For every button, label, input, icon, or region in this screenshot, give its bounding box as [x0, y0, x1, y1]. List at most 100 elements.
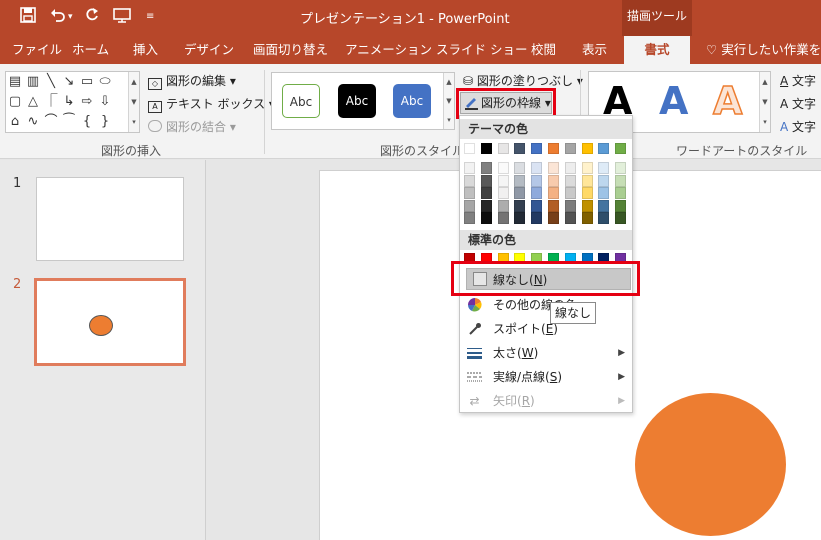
- shape-gallery-scroll[interactable]: ▲ ▼ ▾: [128, 72, 139, 132]
- scroll-down-icon[interactable]: ▼: [760, 92, 770, 112]
- theme-color-shade-swatch[interactable]: [598, 212, 609, 224]
- theme-color-shade-swatch[interactable]: [514, 199, 525, 212]
- theme-color-shade-swatch[interactable]: [481, 212, 492, 224]
- standard-color-swatch[interactable]: [565, 253, 576, 264]
- gallery-more-icon[interactable]: ▾: [129, 112, 139, 132]
- theme-color-shade-swatch[interactable]: [582, 199, 593, 212]
- right-brace-shape-icon[interactable]: }: [97, 114, 113, 130]
- shape-style-gallery[interactable]: Abc Abc Abc ▲ ▼ ▾: [271, 72, 455, 130]
- shape-gallery[interactable]: ▤ ▥ ╲ ↘ ▭ ⬭ ▢ △ ⎾ ↳ ⇨ ⇩ ⌂ ∿ ⌒ ⁀ { } ▲ ▼ …: [5, 71, 140, 133]
- theme-color-shade-swatch[interactable]: [565, 187, 576, 199]
- theme-color-shade-swatch[interactable]: [464, 212, 475, 224]
- tab-transitions[interactable]: 画面切り替え: [253, 36, 328, 64]
- gallery-more-icon[interactable]: ▾: [760, 112, 770, 132]
- tab-format[interactable]: 書式: [624, 36, 690, 64]
- theme-color-shade-swatch[interactable]: [498, 187, 509, 199]
- merge-shapes-button[interactable]: 図形の結合 ▾: [148, 118, 236, 135]
- theme-color-shade-swatch[interactable]: [531, 212, 542, 224]
- theme-color-shade-swatch[interactable]: [498, 162, 509, 174]
- theme-color-swatch[interactable]: [464, 143, 475, 154]
- theme-color-shade-swatch[interactable]: [514, 162, 525, 174]
- tab-home[interactable]: ホーム: [72, 36, 109, 64]
- tab-file[interactable]: ファイル: [12, 36, 62, 64]
- theme-color-swatch[interactable]: [565, 143, 576, 154]
- standard-color-swatch[interactable]: [582, 253, 593, 264]
- tab-slideshow[interactable]: スライド ショー: [436, 36, 527, 64]
- theme-color-shade-swatch[interactable]: [582, 174, 593, 187]
- theme-color-swatch[interactable]: [548, 143, 559, 154]
- scribble-shape-icon[interactable]: ∿: [25, 114, 41, 130]
- theme-color-swatch[interactable]: [498, 143, 509, 154]
- scroll-down-icon[interactable]: ▼: [444, 92, 454, 111]
- scroll-up-icon[interactable]: ▲: [444, 73, 454, 92]
- theme-color-shade-swatch[interactable]: [582, 162, 593, 174]
- theme-color-shade-swatch[interactable]: [514, 212, 525, 224]
- arrow-line-shape-icon[interactable]: ↘: [61, 74, 77, 90]
- theme-color-shade-swatch[interactable]: [531, 174, 542, 187]
- undo-icon[interactable]: [50, 7, 66, 28]
- scroll-up-icon[interactable]: ▲: [129, 72, 139, 92]
- vertical-text-shape-icon[interactable]: ▥: [25, 74, 41, 90]
- theme-color-shade-swatch[interactable]: [548, 174, 559, 187]
- theme-color-shade-swatch[interactable]: [481, 187, 492, 199]
- theme-color-shade-swatch[interactable]: [565, 174, 576, 187]
- theme-color-shade-swatch[interactable]: [598, 174, 609, 187]
- elbow-arrow-shape-icon[interactable]: ↳: [61, 94, 77, 110]
- gallery-more-icon[interactable]: ▾: [444, 111, 454, 129]
- scroll-up-icon[interactable]: ▲: [760, 72, 770, 92]
- wordart-gallery-scroll[interactable]: ▲ ▼ ▾: [759, 72, 770, 132]
- theme-color-shade-swatch[interactable]: [531, 162, 542, 174]
- theme-color-swatch[interactable]: [582, 143, 593, 154]
- theme-color-shade-swatch[interactable]: [548, 212, 559, 224]
- theme-color-shade-swatch[interactable]: [464, 199, 475, 212]
- theme-color-shade-swatch[interactable]: [498, 199, 509, 212]
- theme-color-shade-swatch[interactable]: [598, 199, 609, 212]
- tab-insert[interactable]: 挿入: [133, 36, 158, 64]
- theme-color-shade-swatch[interactable]: [481, 174, 492, 187]
- redo-icon[interactable]: [84, 7, 100, 28]
- theme-color-shade-swatch[interactable]: [498, 174, 509, 187]
- theme-color-shade-swatch[interactable]: [565, 199, 576, 212]
- present-icon[interactable]: [113, 7, 131, 28]
- arrows-item[interactable]: ⇄ 矢印(R) ▶: [461, 389, 633, 413]
- oval-shape-icon[interactable]: ⬭: [97, 74, 113, 90]
- standard-color-swatch[interactable]: [498, 253, 509, 264]
- arc-shape-icon[interactable]: ⌒: [43, 114, 59, 130]
- style-gallery-scroll[interactable]: ▲ ▼ ▾: [443, 73, 454, 129]
- standard-color-swatch[interactable]: [598, 253, 609, 264]
- theme-color-shade-swatch[interactable]: [548, 187, 559, 199]
- theme-color-shade-swatch[interactable]: [548, 199, 559, 212]
- theme-color-shade-swatch[interactable]: [531, 199, 542, 212]
- rectangle-shape-icon[interactable]: ▭: [79, 74, 95, 90]
- elbow-connector-shape-icon[interactable]: ⎾: [43, 94, 59, 110]
- theme-color-shade-swatch[interactable]: [481, 162, 492, 174]
- line-shape-icon[interactable]: ╲: [43, 74, 59, 90]
- theme-color-swatch[interactable]: [615, 143, 626, 154]
- theme-color-shade-swatch[interactable]: [582, 187, 593, 199]
- shape-fill-button[interactable]: ⛁ 図形の塗りつぶし ▾: [463, 72, 583, 89]
- standard-color-swatch[interactable]: [514, 253, 525, 264]
- text-box-button[interactable]: Aテキスト ボックス ▾: [148, 95, 275, 113]
- theme-color-shade-swatch[interactable]: [615, 212, 626, 224]
- theme-color-shade-swatch[interactable]: [598, 162, 609, 174]
- tell-me-box[interactable]: ♡ 実行したい作業を入力: [706, 36, 821, 64]
- theme-color-shade-swatch[interactable]: [565, 162, 576, 174]
- standard-color-swatch[interactable]: [531, 253, 542, 264]
- theme-color-swatch[interactable]: [481, 143, 492, 154]
- slide-thumbnail-1[interactable]: [36, 177, 184, 261]
- edit-shape-button[interactable]: ◇ 図形の編集 ▾: [148, 72, 236, 90]
- tab-animations[interactable]: アニメーション: [345, 36, 432, 64]
- text-fill-button[interactable]: A 文字: [780, 72, 816, 89]
- shape-style-black-fill[interactable]: Abc: [338, 84, 376, 118]
- tab-review[interactable]: 校閲: [531, 36, 556, 64]
- no-outline-item[interactable]: 線なし(N): [466, 268, 631, 290]
- standard-color-swatch[interactable]: [615, 253, 626, 264]
- right-arrow-shape-icon[interactable]: ⇨: [79, 94, 95, 110]
- theme-color-shade-swatch[interactable]: [615, 162, 626, 174]
- theme-color-shade-swatch[interactable]: [582, 212, 593, 224]
- left-brace-shape-icon[interactable]: {: [79, 114, 95, 130]
- customize-icon[interactable]: ≡: [146, 7, 154, 27]
- text-outline-button[interactable]: A 文字: [780, 95, 816, 112]
- theme-color-shade-swatch[interactable]: [548, 162, 559, 174]
- theme-color-shade-swatch[interactable]: [464, 162, 475, 174]
